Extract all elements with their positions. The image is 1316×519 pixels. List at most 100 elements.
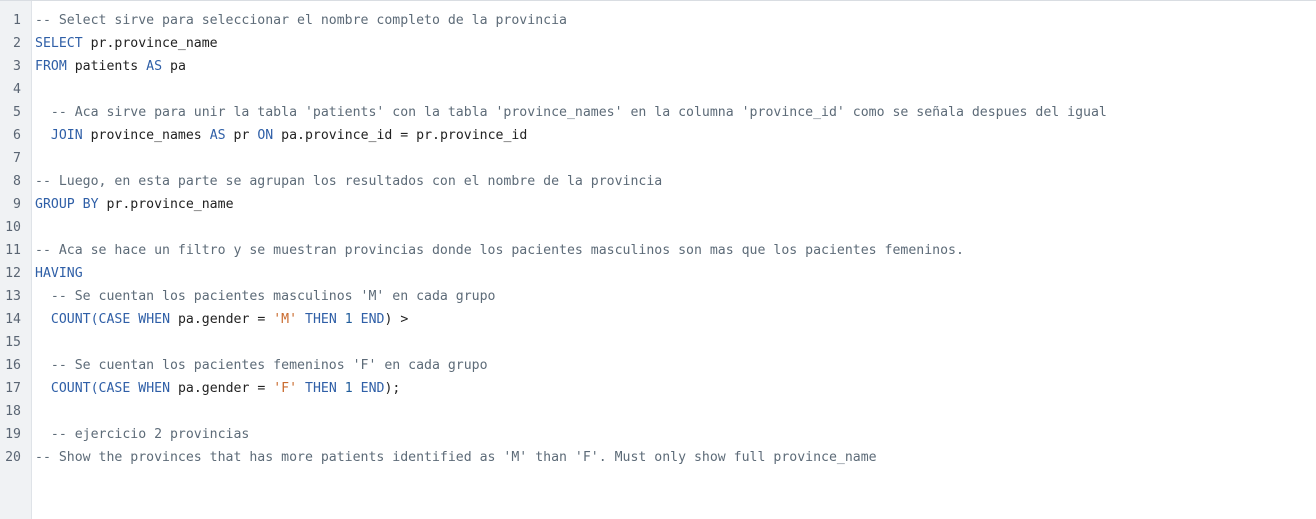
string-literal: 'F' <box>273 381 298 396</box>
sql-keyword: CASE <box>98 381 131 396</box>
line-number: 5 <box>13 105 21 120</box>
code-line[interactable]: 8 -- Luego, en esta parte se agrupan los … <box>0 170 1316 193</box>
code-comment: -- Se cuentan los pacientes femeninos 'F… <box>35 358 488 373</box>
code-line[interactable]: 19 -- ejercicio 2 provincias <box>0 423 1316 446</box>
code-text[interactable]: COUNT(CASE WHEN pa.gender = 'F' THEN 1 E… <box>35 377 1316 400</box>
code-line[interactable]: 18 <box>0 400 1316 423</box>
code-token: pa <box>162 59 186 74</box>
sql-keyword: ON <box>257 128 274 143</box>
sql-keyword: WHEN <box>138 381 171 396</box>
code-token: pa.gender = <box>170 312 274 327</box>
code-token: pr <box>225 128 258 143</box>
code-line[interactable]: 12 HAVING <box>0 262 1316 285</box>
line-number: 4 <box>13 82 21 97</box>
sql-keyword: FROM <box>35 59 67 74</box>
code-line[interactable]: 5 -- Aca sirve para unir la tabla 'patie… <box>0 101 1316 124</box>
number-literal: 1 <box>344 312 353 327</box>
code-comment: -- Se cuentan los pacientes masculinos '… <box>35 289 496 304</box>
sql-keyword: THEN <box>305 381 337 396</box>
code-line[interactable]: 10 <box>0 216 1316 239</box>
sql-keyword: COUNT( <box>35 312 99 327</box>
line-number: 10 <box>5 220 21 235</box>
code-text[interactable]: -- Select sirve para seleccionar el nomb… <box>35 9 1316 32</box>
code-text[interactable]: JOIN province_names AS pr ON pa.province… <box>35 124 1316 147</box>
code-area[interactable]: 1 -- Select sirve para seleccionar el nom… <box>0 9 1316 469</box>
code-comment: -- ejercicio 2 provincias <box>35 427 250 442</box>
sql-keyword: THEN <box>305 312 337 327</box>
sql-editor[interactable]: 1 -- Select sirve para seleccionar el nom… <box>0 0 1316 519</box>
code-token: province_names <box>82 128 210 143</box>
line-number: 18 <box>5 404 21 419</box>
code-line[interactable]: 17 COUNT(CASE WHEN pa.gender = 'F' THEN … <box>0 377 1316 400</box>
line-number: 8 <box>13 174 21 189</box>
code-line[interactable]: 16 -- Se cuentan los pacientes femeninos… <box>0 354 1316 377</box>
line-number: 1 <box>13 13 21 28</box>
line-number: 6 <box>13 128 21 143</box>
code-line[interactable]: 13 -- Se cuentan los pacientes masculino… <box>0 285 1316 308</box>
code-line[interactable]: 9 GROUP BY pr.province_name <box>0 193 1316 216</box>
code-comment: -- Select sirve para seleccionar el nomb… <box>35 13 567 28</box>
code-text[interactable]: FROM patients AS pa <box>35 55 1316 78</box>
code-line[interactable]: 15 <box>0 331 1316 354</box>
code-text[interactable]: SELECT pr.province_name <box>35 32 1316 55</box>
string-literal: 'M' <box>273 312 298 327</box>
sql-keyword: GROUP BY <box>35 197 99 212</box>
line-number: 19 <box>5 427 21 442</box>
line-number: 7 <box>13 151 21 166</box>
code-token: ) > <box>384 312 409 327</box>
sql-keyword: WHEN <box>138 312 171 327</box>
code-text[interactable]: -- ejercicio 2 provincias <box>35 423 1316 446</box>
line-number: 14 <box>5 312 21 327</box>
line-number: 17 <box>5 381 21 396</box>
line-number: 20 <box>5 450 21 465</box>
code-line[interactable]: 6 JOIN province_names AS pr ON pa.provin… <box>0 124 1316 147</box>
code-line[interactable]: 7 <box>0 147 1316 170</box>
code-line[interactable]: 4 <box>0 78 1316 101</box>
sql-keyword: JOIN <box>35 128 83 143</box>
code-comment: -- Aca se hace un filtro y se muestran p… <box>35 243 964 258</box>
code-line[interactable]: 1 -- Select sirve para seleccionar el nom… <box>0 9 1316 32</box>
line-number: 16 <box>5 358 21 373</box>
sql-keyword: AS <box>146 59 163 74</box>
sql-keyword: END <box>360 381 385 396</box>
code-text[interactable]: -- Se cuentan los pacientes femeninos 'F… <box>35 354 1316 377</box>
code-line[interactable]: 14 COUNT(CASE WHEN pa.gender = 'M' THEN … <box>0 308 1316 331</box>
code-text[interactable]: -- Aca sirve para unir la tabla 'patient… <box>35 101 1316 124</box>
code-text[interactable]: -- Se cuentan los pacientes masculinos '… <box>35 285 1316 308</box>
code-line[interactable]: 20 -- Show the provinces that has more pa… <box>0 446 1316 469</box>
sql-keyword: HAVING <box>35 266 83 281</box>
line-number: 12 <box>5 266 21 281</box>
line-number: 9 <box>13 197 21 212</box>
code-token: pr.province_name <box>98 197 234 212</box>
code-token: pa.province_id = pr.province_id <box>273 128 528 143</box>
line-number: 3 <box>13 59 21 74</box>
code-line[interactable]: 11 -- Aca se hace un filtro y se muestran… <box>0 239 1316 262</box>
line-number: 15 <box>5 335 21 350</box>
code-text[interactable]: -- Aca se hace un filtro y se muestran p… <box>35 239 1316 262</box>
sql-keyword: END <box>360 312 385 327</box>
code-line[interactable]: 2 SELECT pr.province_name <box>0 32 1316 55</box>
code-token: ); <box>384 381 401 396</box>
code-line[interactable]: 3 FROM patients AS pa <box>0 55 1316 78</box>
code-token: pa.gender = <box>170 381 274 396</box>
code-text[interactable]: COUNT(CASE WHEN pa.gender = 'M' THEN 1 E… <box>35 308 1316 331</box>
line-number: 11 <box>5 243 21 258</box>
code-comment: -- Aca sirve para unir la tabla 'patient… <box>35 105 1107 120</box>
code-token: pr.province_name <box>82 36 218 51</box>
sql-keyword: AS <box>209 128 226 143</box>
line-number: 2 <box>13 36 21 51</box>
number-literal: 1 <box>344 381 353 396</box>
code-text[interactable]: GROUP BY pr.province_name <box>35 193 1316 216</box>
code-token: patients <box>66 59 147 74</box>
code-text[interactable]: -- Luego, en esta parte se agrupan los r… <box>35 170 1316 193</box>
code-comment: -- Show the provinces that has more pati… <box>35 450 877 465</box>
code-text[interactable]: HAVING <box>35 262 1316 285</box>
sql-keyword: SELECT <box>35 36 83 51</box>
code-comment: -- Luego, en esta parte se agrupan los r… <box>35 174 663 189</box>
code-text[interactable]: -- Show the provinces that has more pati… <box>35 446 1316 469</box>
